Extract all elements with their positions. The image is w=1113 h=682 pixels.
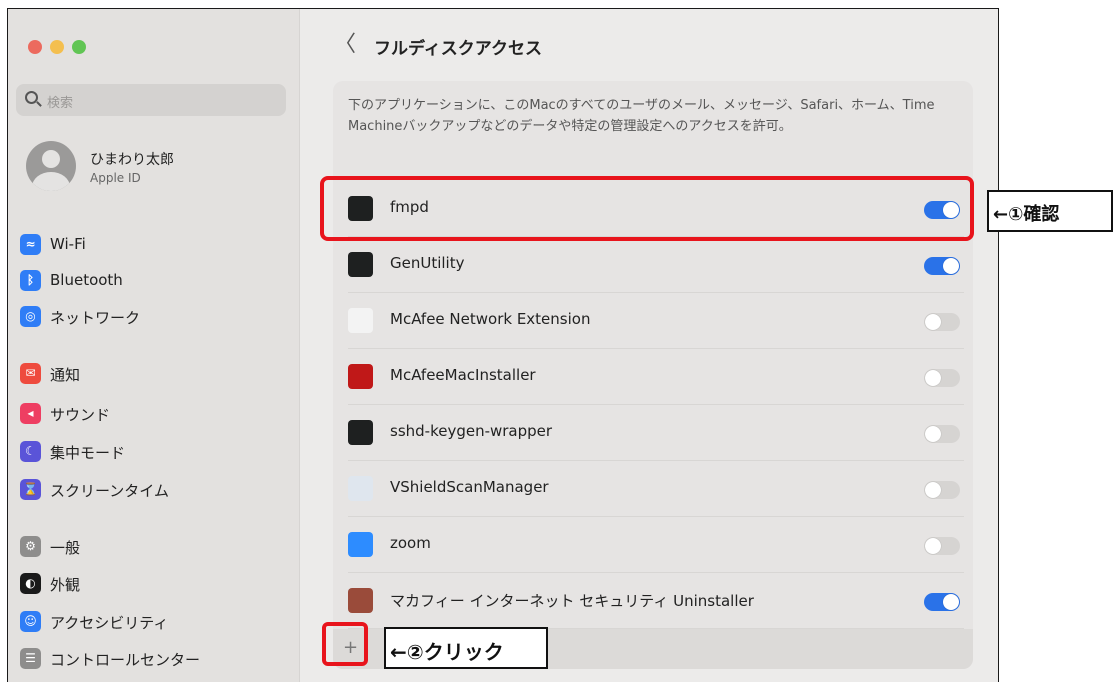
sidebar-item-label: 一般	[50, 539, 81, 557]
speaker-icon: ◂	[20, 403, 41, 424]
sidebar-item-label: スクリーンタイム	[50, 482, 169, 500]
app-row: sshd-keygen-wrapper	[348, 405, 964, 461]
sidebar-item-label: コントロールセンター	[50, 651, 201, 669]
highlight-fmpd-row	[320, 176, 974, 241]
globe-icon: ◎	[20, 306, 41, 327]
app-name: マカフィー インターネット セキュリティ Uninstaller	[390, 592, 754, 610]
callout-confirm: ←①確認	[987, 190, 1113, 232]
search-icon	[25, 91, 38, 104]
moon-icon: ☾	[20, 441, 41, 462]
sidebar-item[interactable]: ☺ アクセシビリティ	[20, 609, 290, 635]
terminal-icon	[348, 420, 373, 445]
sidebar-item-label: ネットワーク	[50, 309, 141, 327]
description: 下のアプリケーションに、このMacのすべてのユーザのメール、メッセージ、Safa…	[348, 98, 935, 134]
apple-id-account[interactable]: ひまわり太郎 Apple ID	[26, 137, 286, 197]
bell-icon: ✉	[20, 363, 41, 384]
sidebar-item[interactable]: ◂ サウンド	[20, 401, 290, 427]
gear-icon: ⚙	[20, 536, 41, 557]
app-name: GenUtility	[390, 254, 465, 272]
app-name: McAfee Network Extension	[390, 310, 591, 328]
search-input[interactable]: 検索	[16, 84, 286, 116]
access-toggle[interactable]	[924, 537, 960, 555]
app-row: マカフィー インターネット セキュリティ Uninstaller	[348, 573, 964, 629]
sidebar-item[interactable]: ⚙ 一般	[20, 534, 290, 560]
sidebar-item[interactable]: ᛒ Bluetooth	[20, 268, 290, 294]
account-subtitle: Apple ID	[90, 171, 141, 185]
sidebar-item-label: 集中モード	[50, 444, 126, 462]
sidebar-item-label: アクセシビリティ	[50, 614, 169, 632]
terminal-icon	[348, 252, 373, 277]
wifi-icon: ≈	[20, 234, 41, 255]
sidebar-item-label: 通知	[50, 366, 81, 384]
generic-app-icon	[348, 476, 373, 501]
app-list-panel: 下のアプリケーションに、このMacのすべてのユーザのメール、メッセージ、Safa…	[333, 81, 973, 669]
sidebar-item[interactable]: ☾ 集中モード	[20, 439, 290, 465]
sidebar-item[interactable]: ◐ 外観	[20, 571, 290, 597]
hourglass-icon: ⌛	[20, 479, 41, 500]
sidebar-item[interactable]: ◎ ネットワーク	[20, 304, 290, 330]
app-row: McAfee Network Extension	[348, 293, 964, 349]
access-toggle[interactable]	[924, 313, 960, 331]
account-name: ひまわり太郎	[90, 152, 174, 168]
app-row: GenUtility	[348, 237, 964, 293]
sidebar-item[interactable]: ≈ Wi-Fi	[20, 232, 290, 258]
app-name: McAfeeMacInstaller	[390, 366, 536, 384]
sidebar: 検索 ひまわり太郎 Apple ID ≈ Wi-Fi ᛒ Bluetooth ◎ ネットワ…	[8, 9, 300, 682]
app-row: VShieldScanManager	[348, 461, 964, 517]
access-toggle[interactable]	[924, 369, 960, 387]
app-row: zoom	[348, 517, 964, 573]
zoom-window-button[interactable]	[72, 40, 86, 54]
access-toggle[interactable]	[924, 425, 960, 443]
sidebar-item-label: Wi-Fi	[50, 235, 86, 253]
sidebar-item-label: サウンド	[50, 406, 111, 424]
close-window-button[interactable]	[28, 40, 42, 54]
app-row: McAfeeMacInstaller	[348, 349, 964, 405]
uninstaller-icon	[348, 588, 373, 613]
accessibility-icon: ☺	[20, 611, 41, 632]
access-toggle[interactable]	[924, 257, 960, 275]
back-chevron-icon[interactable]: 〈	[334, 34, 356, 56]
access-toggle[interactable]	[924, 593, 960, 611]
app-name: sshd-keygen-wrapper	[390, 422, 553, 440]
search-placeholder: 検索	[47, 96, 74, 111]
app-name: zoom	[390, 534, 431, 552]
highlight-add-button	[322, 622, 368, 666]
sidebar-item-label: Bluetooth	[50, 271, 123, 289]
zoom-icon	[348, 532, 373, 557]
shield-icon	[348, 308, 373, 333]
page-title: フルディスクアクセス	[374, 39, 542, 59]
access-toggle[interactable]	[924, 481, 960, 499]
minimize-window-button[interactable]	[50, 40, 64, 54]
mcafee-icon	[348, 364, 373, 389]
avatar	[26, 141, 76, 191]
appearance-icon: ◐	[20, 573, 41, 594]
settings-window: 検索 ひまわり太郎 Apple ID ≈ Wi-Fi ᛒ Bluetooth ◎ ネットワ…	[7, 8, 999, 682]
app-name: VShieldScanManager	[390, 478, 549, 496]
bluetooth-icon: ᛒ	[20, 270, 41, 291]
sidebar-item[interactable]: ✉ 通知	[20, 361, 290, 387]
sidebar-item[interactable]: ⌛ スクリーンタイム	[20, 477, 290, 503]
sidebar-item-label: 外観	[50, 576, 81, 594]
control-center-icon: ☰	[20, 648, 41, 669]
sidebar-item[interactable]: ☰ コントロールセンター	[20, 646, 290, 672]
callout-click: ←②クリック	[384, 627, 548, 669]
main-content: 〈 フルディスクアクセス 下のアプリケーションに、このMacのすべてのユーザのメ…	[300, 9, 998, 682]
